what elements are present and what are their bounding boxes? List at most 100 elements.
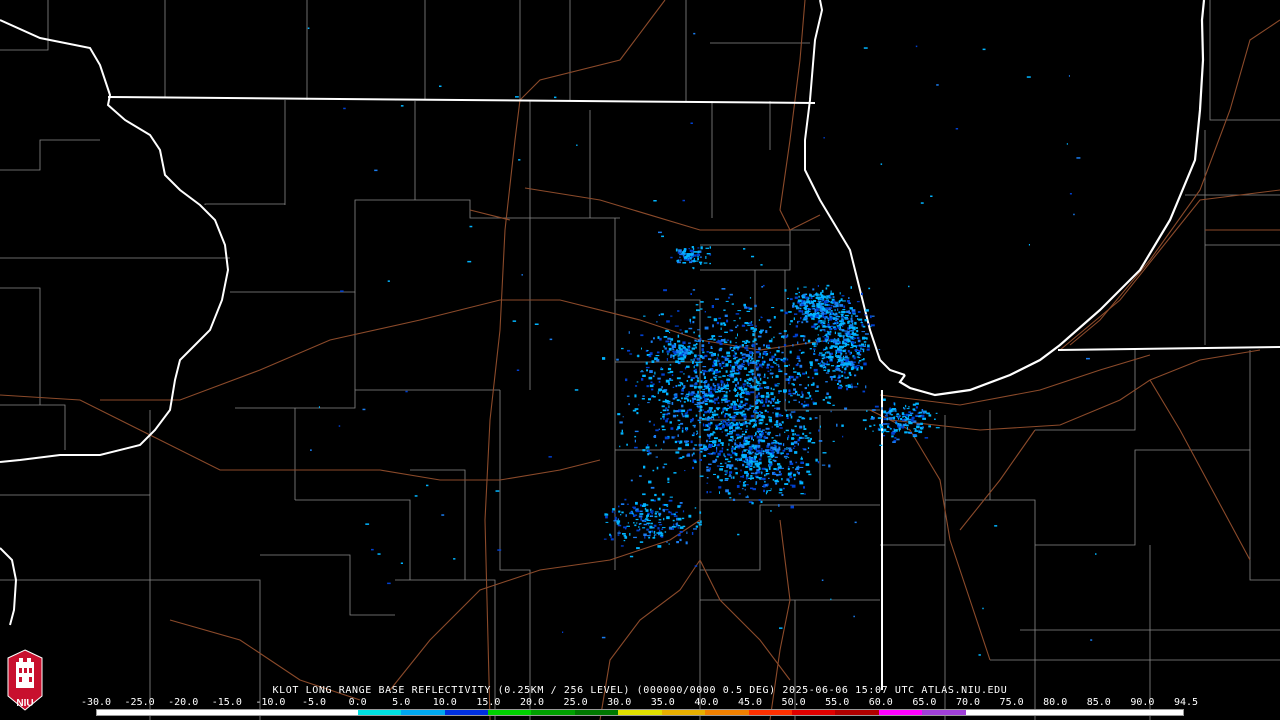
radar-echo [637,354,640,358]
radar-echo [693,331,695,334]
radar-echo [746,378,750,381]
radar-echo [844,341,848,343]
radar-echo [661,405,665,408]
radar-echo [653,499,656,502]
radar-echo [816,314,819,318]
radar-echo [662,466,665,469]
radar-echo [830,340,833,343]
radar-echo [736,436,739,439]
scale-label: 45.0 [737,697,763,708]
radar-echo [821,312,825,315]
radar-echo [912,408,915,411]
radar-echo [662,429,666,431]
radar-echo [753,385,758,389]
radar-echo [825,340,828,343]
radar-echo [627,522,629,524]
radar-echo [852,331,854,334]
radar-echo [936,84,939,86]
radar-echo [751,255,755,258]
radar-echo [697,390,699,394]
radar-echo [768,416,771,418]
radar-echo [680,357,684,360]
radar-echo [859,345,863,348]
radar-echo [623,540,626,542]
radar-echo [711,336,714,339]
radar-echo [803,425,805,428]
radar-echo [758,438,760,441]
radar-echo [661,235,664,238]
radar-echo [832,440,835,442]
radar-echo [759,395,762,398]
radar-echo [690,359,693,361]
radar-echo [748,477,751,479]
radar-echo [677,340,681,343]
radar-echo [742,413,747,416]
radar-echo [741,488,744,490]
radar-echo [718,439,721,442]
radar-echo [850,347,854,349]
radar-echo [660,534,664,537]
radar-echo [693,365,695,369]
radar-echo [548,456,552,458]
radar-echo [646,350,649,352]
radar-echo [766,386,770,389]
radar-map [0,0,1280,720]
radar-echo [735,313,740,315]
radar-echo [688,514,692,518]
radar-echo [759,433,762,435]
radar-echo [830,358,833,361]
radar-echo [854,521,857,524]
radar-echo [753,466,756,468]
radar-echo [797,443,799,446]
radar-echo [786,414,789,417]
radar-echo [681,429,684,433]
radar-echo [746,449,748,451]
radar-echo [554,96,557,99]
radar-echo [742,421,745,423]
radar-echo [898,417,900,420]
radar-echo [803,335,806,338]
radar-echo [619,421,623,424]
radar-echo [699,405,702,409]
radar-echo [681,332,683,334]
radar-echo [818,440,823,442]
radar-echo [717,452,721,456]
radar-echo [804,387,807,390]
radar-echo [662,413,665,416]
radar-echo [846,387,849,391]
radar-echo [374,169,378,172]
radar-echo [918,430,923,434]
radar-echo [797,418,799,420]
radar-echo [790,395,793,397]
radar-echo [690,393,694,396]
radar-echo [920,202,924,204]
radar-echo [775,421,778,424]
radar-echo [751,352,754,354]
radar-echo [888,417,893,420]
scale-label: -15.0 [211,697,242,708]
radar-echo [812,376,814,379]
radar-echo [800,403,803,405]
radar-echo [822,325,827,328]
radar-echo [742,344,744,347]
radar-echo [772,442,777,444]
radar-echo [679,526,684,529]
radar-echo [677,526,679,529]
radar-echo [776,425,779,428]
radar-echo [750,321,753,323]
radar-echo [779,413,782,417]
radar-echo [693,452,695,455]
radar-echo [669,331,671,334]
radar-echo [830,377,833,381]
radar-echo [847,384,851,387]
radar-echo [414,495,418,497]
radar-echo [900,418,903,421]
radar-echo [515,96,519,98]
radar-echo [821,302,825,305]
radar-echo [745,465,748,468]
radar-echo [830,290,832,293]
radar-echo [803,428,807,430]
radar-echo [692,316,696,319]
radar-echo [760,412,763,414]
radar-echo [739,435,743,438]
